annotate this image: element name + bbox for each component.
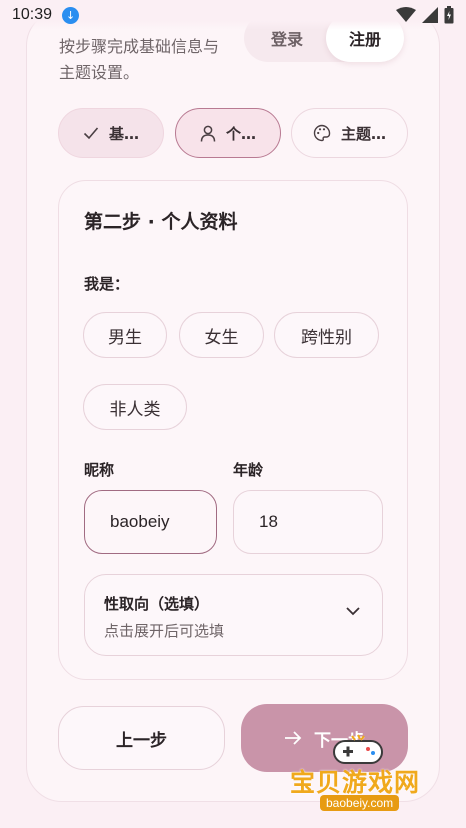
status-bar: 10:39 ↓ (0, 0, 466, 30)
previous-step-button[interactable]: 上一步 (58, 706, 225, 770)
battery-icon (444, 6, 454, 24)
watermark: 宝贝游戏网 baobeiy.com (288, 733, 438, 818)
orientation-hint: 点击展开后可选填 (104, 622, 225, 640)
nickname-label: 昵称 (84, 461, 115, 479)
gender-option-male[interactable]: 男生 (83, 312, 167, 358)
signal-icon (422, 7, 438, 23)
chevron-down-icon (346, 607, 360, 616)
orientation-title: 性取向（选填） (104, 595, 210, 613)
download-icon: ↓ (62, 6, 80, 24)
step-tab-label: 主题… (340, 124, 386, 143)
watermark-url: baobeiy.com (320, 795, 400, 811)
step-tab-basic[interactable]: 基… (58, 108, 164, 158)
nickname-input[interactable]: baobeiy (84, 490, 217, 554)
age-label: 年龄 (233, 461, 264, 479)
check-icon (83, 127, 99, 140)
watermark-text: 宝贝游戏网 (290, 768, 421, 797)
step-tab-label: 基… (108, 124, 139, 143)
gender-label: 我是： (84, 275, 130, 293)
orientation-dropdown[interactable]: 性取向（选填） 点击展开后可选填 (84, 574, 383, 656)
step-tab-profile[interactable]: 个… (175, 108, 281, 158)
gender-option-female[interactable]: 女生 (179, 312, 264, 358)
status-icons (396, 6, 454, 24)
card-title: 第二步 · 个人资料 (84, 211, 238, 233)
status-time: 10:39 (12, 6, 53, 23)
age-input[interactable]: 18 (233, 490, 383, 554)
gender-option-transgender[interactable]: 跨性别 (274, 312, 379, 358)
gender-option-nonhuman[interactable]: 非人类 (83, 384, 187, 430)
person-icon (200, 125, 216, 142)
palette-icon (313, 124, 331, 142)
intro-text: 按步骤完成基础信息与主题设置。 (59, 37, 220, 82)
step-tab-theme[interactable]: 主题… (291, 108, 408, 158)
step-tab-label: 个… (225, 124, 256, 143)
wifi-icon (396, 7, 416, 22)
